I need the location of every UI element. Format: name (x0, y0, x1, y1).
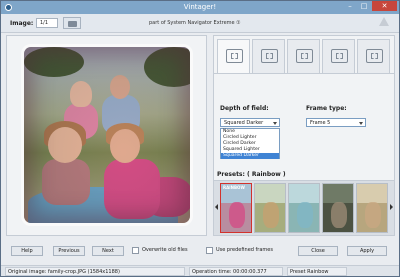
frame-type-value: Frame 5 (310, 120, 331, 126)
preset-caption: RAINBOW (223, 185, 245, 190)
depth-of-field-select[interactable]: Squared Darker (220, 118, 280, 127)
maximize-button[interactable]: □ (357, 1, 371, 11)
overwrite-checkbox[interactable] (132, 247, 139, 254)
image-label: Image: (10, 20, 34, 27)
preset-thumbnail-selected[interactable]: RAINBOW (220, 183, 252, 233)
preset-thumbnail[interactable] (288, 183, 320, 233)
swap-images-icon (296, 49, 313, 63)
image-toolbar: Image: 1/1 part of System Navigator Extr… (1, 14, 399, 33)
status-operation-time: Operation time: 00:00:00.377 (189, 267, 283, 276)
preset-thumbnail[interactable] (356, 183, 388, 233)
help-button[interactable]: Help (11, 246, 43, 256)
chevron-down-icon (359, 122, 363, 125)
app-window: Vintager! – □ ✕ Image: 1/1 part of Syste… (0, 0, 400, 277)
overwrite-label: Overwrite old files (142, 247, 188, 253)
resize-icon (366, 49, 383, 63)
preview-image (21, 44, 193, 226)
predefined-frames-checkbox[interactable] (206, 247, 213, 254)
frame-type-select[interactable]: Frame 5 (306, 118, 366, 127)
depth-of-field-dropdown: None Circled Lighter Circled Darker Squa… (220, 128, 280, 159)
previous-button[interactable]: Previous (53, 246, 85, 256)
status-preset: Preset Rainbow (287, 267, 347, 276)
chevron-down-icon (273, 122, 277, 125)
app-subtitle: part of System Navigator Extreme ① (149, 20, 241, 26)
dropdown-option-selected[interactable]: Squared Darker (221, 153, 279, 159)
grid-crop-icon (261, 49, 278, 63)
tab-resize[interactable] (357, 39, 390, 73)
depth-of-field-label: Depth of field: (220, 105, 269, 112)
title-bar[interactable]: Vintager! – □ ✕ (1, 1, 399, 14)
tab-swap-images[interactable] (287, 39, 320, 73)
image-index-field[interactable]: 1/1 (36, 18, 58, 28)
preset-thumbnail[interactable] (322, 183, 354, 233)
menu-triangle-icon[interactable] (379, 17, 389, 26)
presets-strip: RAINBOW (214, 180, 394, 235)
close-window-button[interactable]: ✕ (372, 1, 397, 11)
tab-layout[interactable] (322, 39, 355, 73)
depth-of-field-value: Squared Darker (224, 120, 264, 126)
preview-panel (6, 35, 207, 236)
tab-grid-crop[interactable] (252, 39, 285, 73)
presets-label: Presets: ( Rainbow ) (217, 171, 286, 178)
close-button[interactable]: Close (298, 246, 338, 256)
tab-frame-style[interactable] (217, 39, 250, 73)
frame-style-icon (226, 49, 243, 63)
status-original-image: Original image: family-crop.JPG (1584x11… (5, 267, 185, 276)
minimize-button[interactable]: – (343, 1, 357, 11)
window-title: Vintager! (183, 3, 217, 11)
scroll-right-icon[interactable] (390, 204, 393, 210)
vignette-overlay (24, 47, 190, 223)
layout-icon (331, 49, 348, 63)
scroll-left-icon[interactable] (215, 204, 218, 210)
open-folder-button[interactable] (63, 17, 81, 29)
tabs-divider (214, 73, 394, 74)
status-bar: Original image: family-crop.JPG (1584x11… (1, 265, 399, 276)
tools-panel: Depth of field: Frame type: Squared Dark… (213, 35, 395, 236)
folder-icon (68, 21, 77, 27)
frame-type-label: Frame type: (306, 105, 347, 112)
next-button[interactable]: Next (92, 246, 124, 256)
preset-thumbnail[interactable] (254, 183, 286, 233)
predefined-frames-label: Use predefined frames (216, 247, 273, 253)
apply-button[interactable]: Apply (347, 246, 387, 256)
